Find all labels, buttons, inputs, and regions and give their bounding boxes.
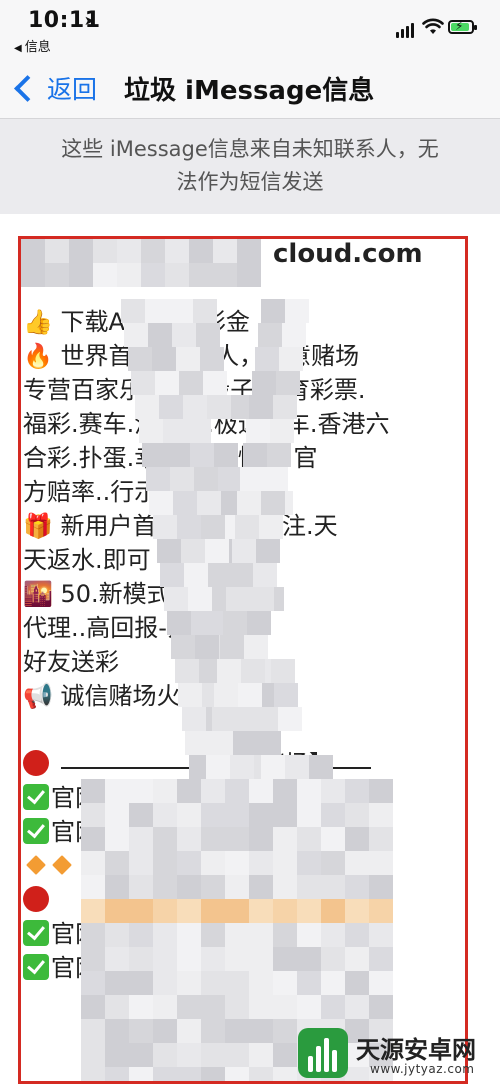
back-triangle-icon: ◀ [14,43,22,54]
status-bar: 10:11 ➤ ◀ 信息 ⚡ [0,0,500,58]
location-arrow-icon: ➤ [84,14,95,29]
message-line: 天返水.即可 [23,546,151,574]
message-line [23,849,465,883]
page-title: 垃圾 iMessage信息 [124,76,375,106]
unknown-sender-notice: 这些 iMessage信息来自未知联系人，无法作为短信发送 [0,119,500,214]
spam-message-highlight: cloud.com 👍 下载APP即送彩金 🔥 世界首先AG真人，如意赌场 专营… [18,236,468,1084]
back-to-app-button[interactable]: ◀ 信息 [14,36,51,55]
watermark: 天源安卓网 www.jytyaz.com [298,1026,494,1080]
message-line: 官网 [23,917,465,951]
message-line: 官网 [23,815,465,849]
red-circle-icon [23,886,49,912]
battery-charging-icon: ⚡ [448,19,477,34]
message-line: 👍 下载APP即送彩金 [23,308,250,336]
diamond-icon [26,855,46,875]
check-mark-icon [23,784,49,810]
chevron-left-icon [14,74,41,102]
message-line: 方赔率..行示 [23,478,159,506]
message-line: 🎁 新用户首存888元.投注.天 [23,512,338,540]
diamond-icon [52,855,72,875]
message-line [23,713,465,747]
check-mark-icon [23,920,49,946]
wifi-icon [422,18,444,34]
message-line: 🔥 世界首先AG真人，如意赌场 [23,342,360,370]
message-line: 官网 [23,951,465,985]
notice-text: 这些 iMessage信息来自未知联系人，无法作为短信发送 [61,137,439,194]
sender-address: cloud.com [273,239,423,269]
separator-line [61,767,371,769]
message-line: 专营百家乐.棋牌.骰子.体育彩票. [23,376,366,404]
watermark-title: 天源安卓网 [356,1036,476,1064]
message-line: 📢 诚信赌场火速到帐！ [23,682,277,710]
message-line: 代理..高回报-介绍 [23,614,215,642]
message-line: 福彩.赛车.港跑马.极速赛车.香港六 [23,410,390,438]
watermark-url: www.jytyaz.com [370,1062,475,1076]
message-line: 好友送彩 [23,648,119,676]
signal-icon [396,22,416,38]
watermark-logo-icon [298,1028,348,1078]
message-line: 🌇 50.新模式.人人做 [23,580,251,608]
message-body[interactable]: cloud.com 👍 下载APP即送彩金 🔥 世界首先AG真人，如意赌场 专营… [23,239,465,985]
back-button-label: 返回 [47,75,98,104]
nav-bar: 返回 垃圾 iMessage信息 [0,58,500,119]
check-mark-icon [23,954,49,980]
message-line [23,883,465,917]
check-mark-icon [23,818,49,844]
red-circle-icon [23,750,49,776]
message-line: 官网 [23,781,465,815]
message-line: 赌场】 [23,747,465,781]
message-line [23,271,465,305]
back-to-app-label: 信息 [24,40,51,55]
message-line: 合彩.扑蛋.幸运飞艇.快三.官 [23,444,318,472]
back-button[interactable]: 返回 [10,68,97,108]
